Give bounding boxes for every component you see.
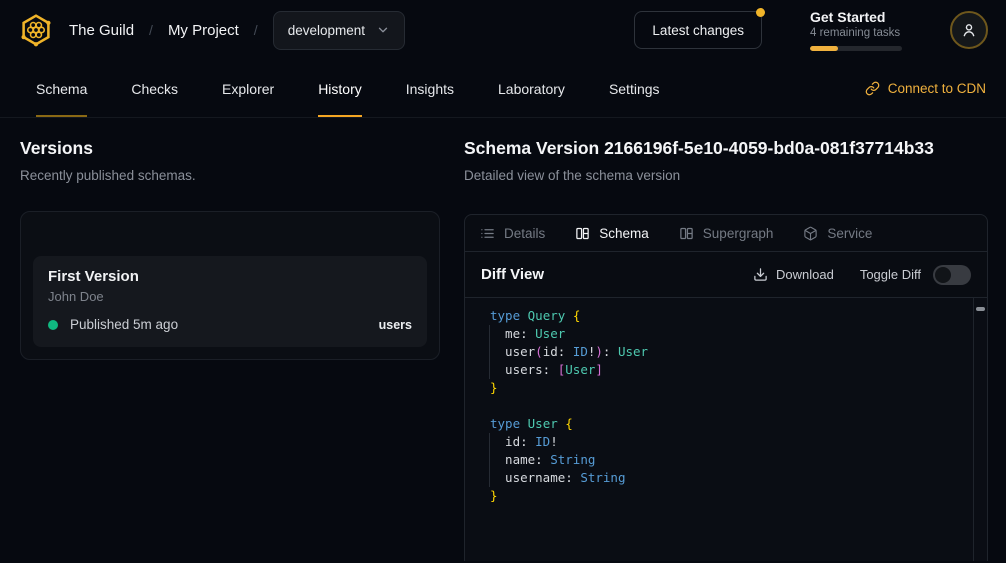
code-line: name: String <box>490 451 967 469</box>
code-line: type Query { <box>490 307 967 325</box>
code-scrollbar[interactable] <box>973 298 987 561</box>
version-name: First Version <box>48 268 412 285</box>
version-status: Published 5m ago <box>70 317 178 332</box>
version-detail-title: Schema Version 2166196f-5e10-4059-bd0a-0… <box>464 138 988 159</box>
code-line: } <box>490 379 967 397</box>
breadcrumb-org[interactable]: The Guild <box>69 22 134 39</box>
diff-toolbar: Diff View Download Toggle Diff <box>465 252 987 298</box>
target-select[interactable]: development <box>273 11 405 50</box>
code-scrollbar-thumb[interactable] <box>976 307 985 311</box>
nav-tab-explorer[interactable]: Explorer <box>222 60 274 117</box>
detail-tab-schema[interactable]: Schema <box>575 226 649 241</box>
get-started-progressbar <box>810 46 902 51</box>
chevron-down-icon <box>376 23 390 37</box>
code-line: type User { <box>490 415 967 433</box>
detail-tab-label: Schema <box>599 226 649 241</box>
list-icon <box>480 226 495 241</box>
code-line: id: ID! <box>490 433 967 451</box>
nav-tab-checks[interactable]: Checks <box>131 60 178 117</box>
primary-nav: Schema Checks Explorer History Insights Labor… <box>0 60 1006 118</box>
toggle-knob <box>935 267 951 283</box>
version-detail-section: Schema Version 2166196f-5e10-4059-bd0a-0… <box>464 138 988 561</box>
app-header: The Guild / My Project / development Lat… <box>0 0 1006 60</box>
target-select-value: development <box>288 23 365 38</box>
published-status-dot <box>48 320 58 330</box>
hive-logo-icon[interactable] <box>18 12 54 48</box>
link-icon <box>865 81 880 96</box>
connect-to-cdn-link[interactable]: Connect to CDN <box>865 60 986 117</box>
code-line: } <box>490 487 967 505</box>
diff-view-title: Diff View <box>481 266 544 283</box>
schema-code-viewer[interactable]: type Query { me: User user(id: ID!): Use… <box>465 298 987 561</box>
get-started-widget[interactable]: Get Started 4 remaining tasks <box>810 9 902 51</box>
detail-tab-details[interactable]: Details <box>480 226 545 241</box>
columns-icon <box>679 226 694 241</box>
nav-tab-schema[interactable]: Schema <box>36 60 87 117</box>
detail-tab-label: Details <box>504 226 545 241</box>
person-icon <box>960 21 978 39</box>
nav-tab-insights[interactable]: Insights <box>406 60 454 117</box>
detail-tab-supergraph[interactable]: Supergraph <box>679 226 774 241</box>
nav-tab-history[interactable]: History <box>318 60 362 117</box>
detail-tab-service[interactable]: Service <box>803 226 872 241</box>
version-author: John Doe <box>48 289 412 304</box>
get-started-progress-fill <box>810 46 838 51</box>
cube-icon <box>803 226 818 241</box>
download-icon <box>753 267 768 282</box>
detail-tab-label: Service <box>827 226 872 241</box>
version-service-badge: users <box>379 318 412 332</box>
nav-tab-settings[interactable]: Settings <box>609 60 660 117</box>
toggle-diff-label: Toggle Diff <box>860 267 921 282</box>
breadcrumb-project[interactable]: My Project <box>168 22 239 39</box>
notification-dot <box>756 8 765 17</box>
breadcrumb-separator: / <box>254 22 258 38</box>
download-button[interactable]: Download <box>753 267 834 282</box>
indent-guide <box>489 325 490 379</box>
detail-tab-label: Supergraph <box>703 226 774 241</box>
versions-subtitle: Recently published schemas. <box>20 168 440 183</box>
version-list-item[interactable]: First Version John Doe Published 5m ago … <box>33 256 427 347</box>
connect-to-cdn-label: Connect to CDN <box>888 81 986 96</box>
versions-list-card: First Version John Doe Published 5m ago … <box>20 211 440 360</box>
get-started-title: Get Started <box>810 9 902 25</box>
user-avatar[interactable] <box>950 11 988 49</box>
nav-tab-laboratory[interactable]: Laboratory <box>498 60 565 117</box>
code-line <box>490 397 967 415</box>
code-line: user(id: ID!): User <box>490 343 967 361</box>
latest-changes-label: Latest changes <box>652 23 744 38</box>
version-detail-tabs: Details Schema Supergraph Service <box>465 215 987 252</box>
version-detail-panel: Details Schema Supergraph Service Diff View… <box>464 214 988 561</box>
code-line: me: User <box>490 325 967 343</box>
toggle-diff-switch[interactable] <box>933 265 971 285</box>
latest-changes-button[interactable]: Latest changes <box>634 11 762 49</box>
columns-icon <box>575 226 590 241</box>
download-label: Download <box>776 267 834 282</box>
indent-guide <box>489 433 490 487</box>
get-started-subtitle: 4 remaining tasks <box>810 27 902 39</box>
breadcrumb-separator: / <box>149 22 153 38</box>
version-detail-subtitle: Detailed view of the schema version <box>464 168 988 183</box>
code-line: users: [User] <box>490 361 967 379</box>
versions-section: Versions Recently published schemas. Fir… <box>20 138 440 360</box>
code-line: username: String <box>490 469 967 487</box>
versions-title: Versions <box>20 138 440 159</box>
